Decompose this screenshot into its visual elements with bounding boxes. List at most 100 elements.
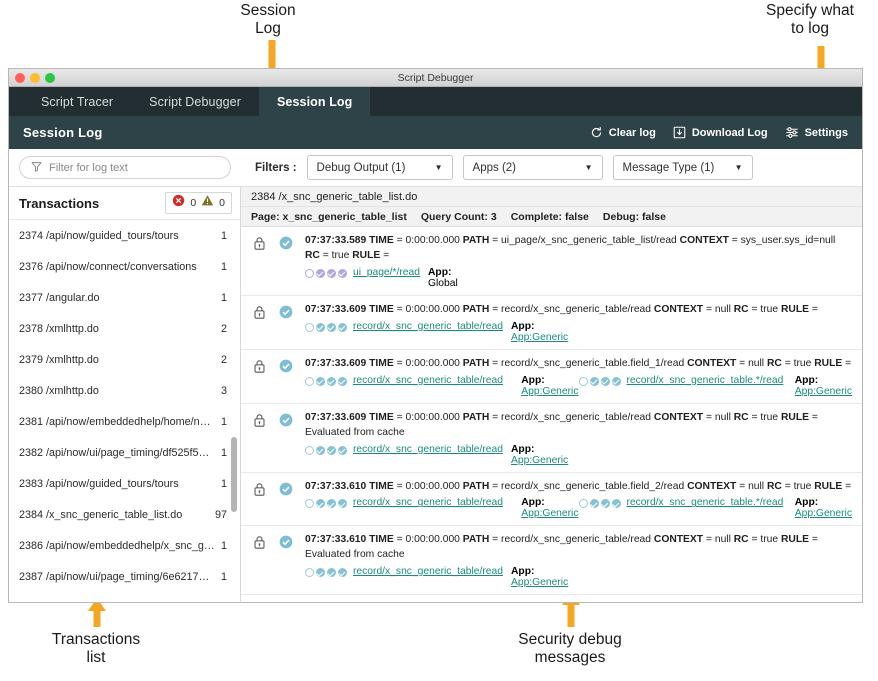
- log-timestamp: 07:37:33.609: [305, 412, 366, 423]
- status-ok-icon: [279, 480, 295, 520]
- rule-app-value[interactable]: App:Generic: [795, 386, 852, 397]
- transactions-list[interactable]: 2374 /api/now/guided_tours/tours12376 /a…: [9, 220, 240, 602]
- rule-app-value[interactable]: App:Generic: [511, 332, 568, 343]
- filters-label: Filters :: [255, 162, 297, 174]
- log-entry-content: 07:37:33.609 TIME = 0:00:00.000 PATH = r…: [305, 411, 852, 466]
- transaction-row[interactable]: 2386 /api/now/embeddedhelp/x_snc_gen…1: [9, 530, 240, 561]
- transactions-scrollbar[interactable]: [231, 437, 237, 512]
- transaction-row[interactable]: 2379 /xmlhttp.do2: [9, 344, 240, 375]
- download-log-button[interactable]: Download Log: [673, 126, 768, 139]
- search-input[interactable]: [49, 162, 219, 174]
- transaction-row[interactable]: 2380 /xmlhttp.do3: [9, 375, 240, 406]
- transaction-row[interactable]: 2383 /api/now/guided_tours/tours1: [9, 468, 240, 499]
- log-rc-value: true: [332, 250, 350, 261]
- transaction-row[interactable]: 2376 /api/now/connect/conversations1: [9, 251, 240, 282]
- label-path: PATH: [463, 304, 490, 315]
- log-timestamp: 07:37:33.609: [305, 358, 366, 369]
- log-entry[interactable]: 07:37:33.610 TIME = 0:00:00.000 PATH = r…: [241, 473, 862, 527]
- message-type-filter[interactable]: Message Type (1) ▼: [613, 155, 753, 180]
- rule-link[interactable]: record/x_snc_generic_table/read: [353, 497, 503, 508]
- filter-funnel-icon: [31, 159, 42, 177]
- transaction-row[interactable]: 2377 /angular.do1: [9, 282, 240, 313]
- rule-status-dots: [305, 375, 347, 386]
- log-time-value: 0:00:00.000: [406, 304, 460, 315]
- log-rule-value: Evaluated from cache: [305, 549, 405, 560]
- label-rc: RC: [305, 250, 320, 261]
- apps-filter[interactable]: Apps (2) ▼: [463, 155, 603, 180]
- security-rule-group: record/x_snc_generic_table/readApp:App:G…: [305, 444, 568, 466]
- chevron-down-icon: ▼: [435, 163, 443, 172]
- rule-app-label: App:: [795, 375, 818, 386]
- tab-script-debugger[interactable]: Script Debugger: [131, 87, 259, 116]
- rule-app-label: App:: [521, 375, 544, 386]
- log-entry-list[interactable]: 07:37:33.589 TIME = 0:00:00.000 PATH = u…: [241, 227, 862, 602]
- rule-app-column: App:App:Generic: [521, 375, 578, 397]
- label-rule: RULE: [781, 304, 809, 315]
- transaction-count: 1: [221, 292, 227, 304]
- tab-session-log[interactable]: Session Log: [259, 87, 370, 116]
- transaction-row[interactable]: 2387 /api/now/ui/page_timing/6e62175e…1: [9, 561, 240, 592]
- rule-status-dot-check-teal: [612, 377, 621, 386]
- rule-link[interactable]: record/x_snc_generic_table/read: [353, 375, 503, 386]
- rule-app-value[interactable]: App:Generic: [511, 455, 568, 466]
- transaction-row[interactable]: 2381 /api/now/embeddedhelp/home/nor…1: [9, 406, 240, 437]
- lock-icon: [253, 357, 269, 397]
- debug-output-filter[interactable]: Debug Output (1) ▼: [307, 155, 453, 180]
- rule-link[interactable]: record/x_snc_generic_table/read: [353, 321, 503, 332]
- rule-status-dot-check-teal: [612, 499, 621, 508]
- log-path-value: record/x_snc_generic_table/read: [501, 412, 651, 423]
- security-rule-row: record/x_snc_generic_table/readApp:App:G…: [305, 566, 852, 588]
- rule-app-value[interactable]: App:Generic: [511, 577, 568, 588]
- log-entry[interactable]: 07:37:33.611 TIME = 0:00:00.000 PATH = r…: [241, 595, 862, 602]
- rule-status-dot-check-teal: [338, 323, 347, 332]
- clear-log-label: Clear log: [609, 127, 656, 139]
- rule-status-dot-empty-teal: [305, 446, 314, 455]
- settings-button[interactable]: Settings: [785, 126, 848, 139]
- transaction-row[interactable]: 2378 /xmlhttp.do2: [9, 313, 240, 344]
- apps-filter-label: Apps (2): [473, 162, 516, 174]
- log-entry[interactable]: 07:37:33.610 TIME = 0:00:00.000 PATH = r…: [241, 526, 862, 595]
- transaction-label: 2386 /api/now/embeddedhelp/x_snc_gen…: [19, 540, 221, 552]
- rule-app-column: App:App:Generic: [795, 375, 852, 397]
- log-entry-message: 07:37:33.609 TIME = 0:00:00.000 PATH = r…: [305, 411, 852, 441]
- rule-link[interactable]: record/x_snc_generic_table.*/read: [627, 497, 784, 508]
- rule-status-dots: [579, 497, 621, 508]
- rule-status-dot-check-teal: [316, 377, 325, 386]
- log-context-value: null: [748, 481, 764, 492]
- rule-link[interactable]: ui_page/*/read: [353, 267, 420, 278]
- transaction-row[interactable]: 2384 /x_snc_generic_table_list.do97: [9, 499, 240, 530]
- transaction-row[interactable]: 2374 /api/now/guided_tours/tours1: [9, 220, 240, 251]
- rule-status-dot-check-teal: [316, 499, 325, 508]
- main-content: Transactions 0: [9, 187, 862, 602]
- meta-item: Query Count: 3: [421, 211, 497, 223]
- transaction-row[interactable]: 2382 /api/now/ui/page_timing/df525f5e1…1: [9, 437, 240, 468]
- rule-app-label: App:: [428, 267, 451, 278]
- rule-status-dot-check-teal: [601, 377, 610, 386]
- label-rc: RC: [767, 358, 782, 369]
- detail-meta: Page: x_snc_generic_table_listQuery Coun…: [241, 207, 862, 227]
- rule-app-value[interactable]: App:Generic: [795, 508, 852, 519]
- detail-title: 2384 /x_snc_generic_table_list.do: [241, 187, 862, 207]
- log-entry-content: 07:37:33.610 TIME = 0:00:00.000 PATH = r…: [305, 480, 852, 520]
- rule-status-dot-empty-teal: [579, 377, 588, 386]
- clear-log-button[interactable]: Clear log: [590, 126, 656, 139]
- log-entry[interactable]: 07:37:33.609 TIME = 0:00:00.000 PATH = r…: [241, 350, 862, 404]
- log-entry[interactable]: 07:37:33.609 TIME = 0:00:00.000 PATH = r…: [241, 296, 862, 350]
- log-entry[interactable]: 07:37:33.609 TIME = 0:00:00.000 PATH = r…: [241, 404, 862, 473]
- transaction-row[interactable]: 2388 /api/now/ui/concoursepicker/updat…2: [9, 592, 240, 602]
- rule-app-value[interactable]: App:Generic: [521, 508, 578, 519]
- rule-app-label: App:: [511, 321, 534, 332]
- rule-link[interactable]: record/x_snc_generic_table/read: [353, 566, 503, 577]
- log-entry[interactable]: 07:37:33.589 TIME = 0:00:00.000 PATH = u…: [241, 227, 862, 296]
- label-path: PATH: [463, 358, 490, 369]
- security-rule-row: ui_page/*/readApp:Global: [305, 267, 852, 289]
- security-rule-group: record/x_snc_generic_table/readApp:App:G…: [305, 497, 579, 519]
- search-box[interactable]: [19, 156, 231, 179]
- rule-app-value[interactable]: App:Generic: [521, 386, 578, 397]
- tab-script-tracer[interactable]: Script Tracer: [23, 87, 131, 116]
- rule-link[interactable]: record/x_snc_generic_table.*/read: [627, 375, 784, 386]
- transaction-count: 1: [221, 261, 227, 273]
- rule-link[interactable]: record/x_snc_generic_table/read: [353, 444, 503, 455]
- transaction-count: 97: [215, 509, 227, 521]
- rule-status-dot-check-teal: [316, 446, 325, 455]
